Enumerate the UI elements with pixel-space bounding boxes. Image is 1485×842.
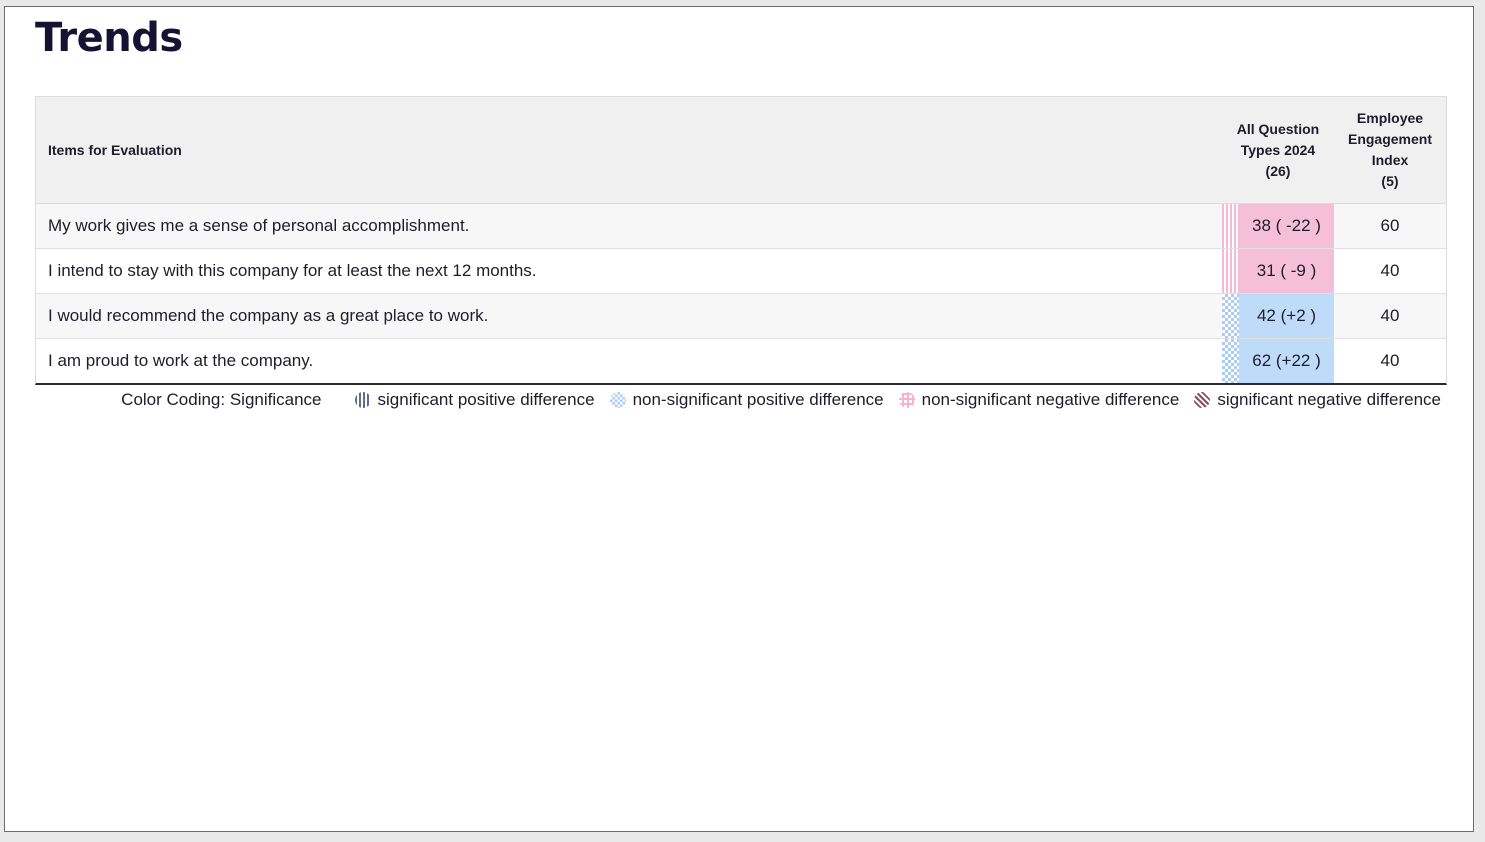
legend-label: non-significant positive difference — [632, 390, 884, 409]
significance-pattern — [1222, 204, 1239, 248]
page-title: Trends — [35, 15, 183, 61]
item-text: My work gives me a sense of personal acc… — [48, 216, 470, 235]
all-question-types-value: 42 (+2 ) — [1239, 294, 1334, 338]
significance-legend: Color Coding: Significance significant p… — [35, 390, 1441, 410]
significance-pattern — [1222, 339, 1239, 383]
table-row: My work gives me a sense of personal acc… — [36, 204, 1446, 249]
header-line: Engagement — [1347, 131, 1432, 147]
legend-label: significant positive difference — [377, 390, 595, 409]
all-question-types-value: 31 ( -9 ) — [1239, 249, 1334, 293]
header-line: (26) — [1265, 162, 1291, 179]
trends-table: Items for Evaluation All Question Types … — [35, 96, 1447, 385]
header-engagement-index: Employee Engagement Index (5) — [1334, 97, 1446, 203]
header-items-for-evaluation: Items for Evaluation — [48, 142, 182, 158]
significance-pattern — [1222, 294, 1239, 338]
report-panel: Trends Items for Evaluation All Question… — [4, 6, 1474, 832]
engagement-index-value: 40 — [1380, 306, 1400, 325]
header-all-question-types: All Question Types 2024 (26) — [1222, 97, 1334, 203]
header-line: All Question — [1236, 120, 1320, 137]
legend-item-significant-positive: significant positive difference — [354, 390, 595, 410]
grid-icon — [898, 392, 915, 408]
engagement-index-value: 60 — [1380, 216, 1400, 235]
item-text: I am proud to work at the company. — [48, 351, 314, 370]
legend-item-significant-negative: significant negative difference — [1194, 390, 1441, 410]
engagement-index-value: 40 — [1380, 261, 1400, 280]
legend-item-non-significant-positive: non-significant positive difference — [609, 390, 884, 410]
vertical-stripes-icon — [354, 392, 371, 408]
table-row: I intend to stay with this company for a… — [36, 249, 1446, 294]
header-line: (5) — [1381, 173, 1399, 189]
all-question-types-value: 62 (+22 ) — [1239, 339, 1334, 383]
header-line: Index — [1371, 152, 1409, 168]
table-row: I would recommend the company as a great… — [36, 294, 1446, 339]
legend-label: significant negative difference — [1217, 390, 1441, 409]
table-row: I am proud to work at the company. 62 (+… — [36, 339, 1446, 383]
significance-pattern — [1222, 249, 1239, 293]
checker-icon — [609, 392, 626, 408]
header-line: Types 2024 — [1240, 141, 1316, 158]
legend-item-non-significant-negative: non-significant negative difference — [898, 390, 1180, 410]
item-text: I intend to stay with this company for a… — [48, 261, 537, 280]
header-line: Employee — [1356, 110, 1424, 126]
diagonal-stripes-icon — [1194, 392, 1211, 408]
legend-label: non-significant negative difference — [921, 390, 1180, 409]
item-text: I would recommend the company as a great… — [48, 306, 489, 325]
engagement-index-value: 40 — [1380, 351, 1400, 370]
legend-title: Color Coding: Significance — [121, 390, 322, 409]
table-header: Items for Evaluation All Question Types … — [36, 97, 1446, 204]
all-question-types-value: 38 ( -22 ) — [1239, 204, 1334, 248]
